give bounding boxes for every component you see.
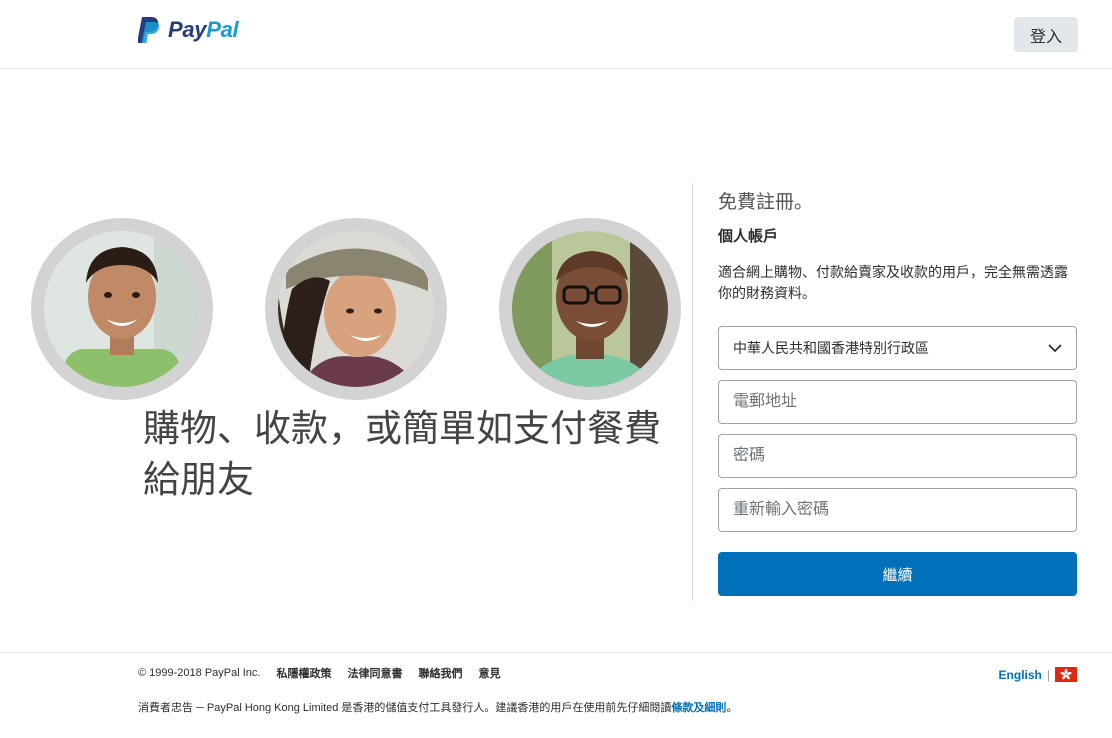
password-field[interactable] bbox=[718, 434, 1077, 478]
wordmark-pay: Pay bbox=[168, 17, 207, 42]
confirm-password-field[interactable] bbox=[718, 488, 1077, 532]
continue-button[interactable]: 繼續 bbox=[718, 552, 1077, 596]
account-type-heading: 個人帳戶 bbox=[718, 228, 779, 245]
hero-headline: 購物、收款，或簡單如支付餐費給朋友 bbox=[143, 407, 661, 501]
footer-links: © 1999-2018 PayPal Inc. 私隱權政策 法律同意書 聯絡我們… bbox=[138, 665, 500, 681]
language-link-english[interactable]: English bbox=[999, 668, 1042, 682]
terms-link[interactable]: 條款及細則 bbox=[671, 702, 726, 714]
email-field[interactable] bbox=[718, 380, 1077, 424]
avatar-photo-man-glasses bbox=[499, 218, 681, 400]
consumer-disclaimer: 消費者忠告 ─ PayPal Hong Kong Limited 是香港的儲值支… bbox=[138, 699, 737, 715]
footer-divider bbox=[0, 652, 1112, 653]
copyright-text: © 1999-2018 PayPal Inc. bbox=[138, 667, 261, 679]
chevron-down-icon bbox=[1048, 343, 1062, 352]
country-select-value: 中華人民共和國香港特別行政區 bbox=[733, 340, 929, 356]
disclaimer-suffix: 。 bbox=[726, 702, 738, 714]
paypal-wordmark: PayPal bbox=[168, 17, 239, 43]
vertical-divider bbox=[692, 183, 693, 601]
footer-link-privacy[interactable]: 私隱權政策 bbox=[276, 665, 331, 681]
paypal-logo-icon bbox=[138, 17, 160, 43]
footer-link-contact[interactable]: 聯絡我們 bbox=[418, 665, 462, 681]
avatar-photo-man bbox=[31, 218, 213, 400]
site-header: PayPal 登入 bbox=[0, 0, 1112, 69]
avatar-photo-woman bbox=[265, 218, 447, 400]
disclaimer-text: 消費者忠告 ─ PayPal Hong Kong Limited 是香港的儲值支… bbox=[138, 702, 672, 714]
language-selector: English | bbox=[999, 667, 1077, 682]
footer-link-legal[interactable]: 法律同意書 bbox=[347, 665, 402, 681]
signup-title: 免費註冊。 bbox=[718, 191, 814, 213]
login-button[interactable]: 登入 bbox=[1014, 17, 1078, 52]
signup-panel: 免費註冊。 個人帳戶 適合網上購物、付款給賣家及收款的用戶，完全無需透露你的財務… bbox=[718, 188, 1077, 596]
footer-link-feedback[interactable]: 意見 bbox=[478, 665, 500, 681]
language-separator: | bbox=[1046, 667, 1050, 682]
country-select[interactable]: 中華人民共和國香港特別行政區 bbox=[718, 326, 1077, 370]
hong-kong-flag-icon[interactable] bbox=[1055, 667, 1077, 682]
account-description: 適合網上購物、付款給賣家及收款的用戶，完全無需透露你的財務資料。 bbox=[718, 264, 1068, 301]
paypal-logo[interactable]: PayPal bbox=[138, 16, 239, 44]
wordmark-pal: Pal bbox=[206, 17, 239, 42]
